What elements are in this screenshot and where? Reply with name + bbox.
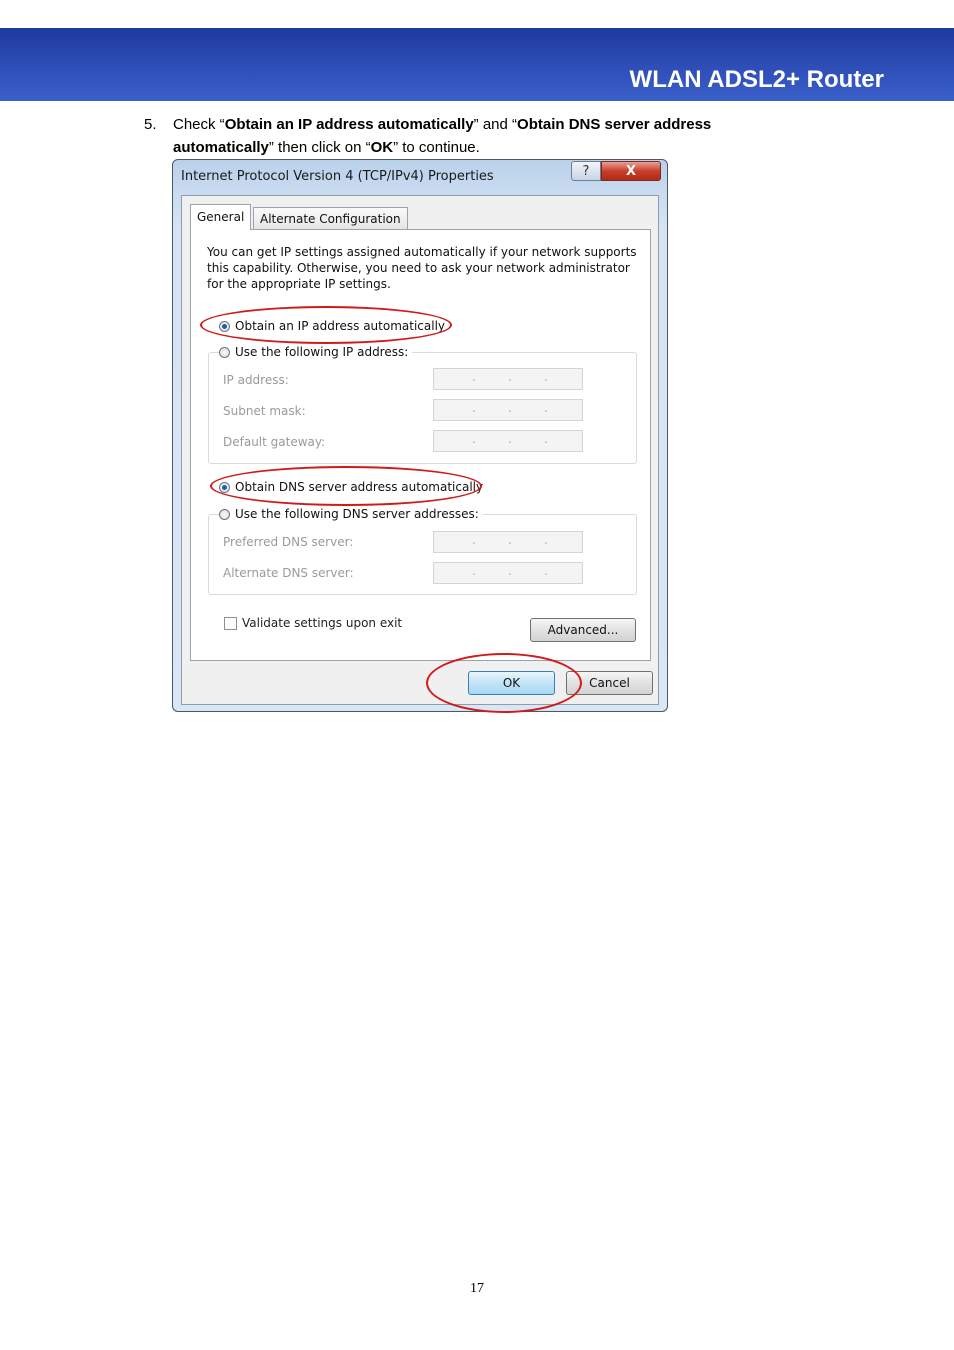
dialog-title: Internet Protocol Version 4 (TCP/IPv4) P… <box>181 169 494 184</box>
radio-selected-icon <box>219 481 230 493</box>
header-title: WLAN ADSL2+ Router <box>629 66 884 93</box>
step-text: Check “Obtain an IP address automaticall… <box>173 116 712 156</box>
default-gateway-label: Default gateway: <box>223 435 326 449</box>
page-number: 17 <box>470 1281 484 1296</box>
radio-unselected-icon <box>219 508 230 520</box>
radio-use-static-ip[interactable]: Use the following IP address: <box>219 345 413 359</box>
radio-use-static-dns[interactable]: Use the following DNS server addresses: <box>219 507 483 521</box>
alternate-dns-label: Alternate DNS server: <box>223 566 354 580</box>
tab-general[interactable]: General <box>190 204 252 230</box>
ip-address-label: IP address: <box>223 373 289 387</box>
validate-settings-checkbox-row[interactable]: Validate settings upon exit <box>224 616 402 630</box>
radio-label: Obtain an IP address automatically <box>235 319 446 333</box>
subnet-mask-label: Subnet mask: <box>223 404 306 418</box>
default-gateway-input[interactable]: ... <box>433 430 583 452</box>
tab-alternate-configuration[interactable]: Alternate Configuration <box>253 207 408 229</box>
ip-address-input[interactable]: ... <box>433 368 583 390</box>
preferred-dns-input[interactable]: ... <box>433 531 583 553</box>
description-text: You can get IP settings assigned automat… <box>207 245 637 291</box>
tcpip-properties-dialog: Internet Protocol Version 4 (TCP/IPv4) P… <box>172 159 668 712</box>
radio-label: Use the following IP address: <box>235 345 409 359</box>
radio-selected-icon <box>219 320 230 332</box>
ok-button[interactable]: OK <box>468 671 555 695</box>
alternate-dns-input[interactable]: ... <box>433 562 583 584</box>
validate-settings-checkbox[interactable] <box>224 616 237 630</box>
subnet-mask-input[interactable]: ... <box>433 399 583 421</box>
radio-obtain-ip-auto[interactable]: Obtain an IP address automatically <box>219 319 445 333</box>
radio-unselected-icon <box>219 346 230 358</box>
preferred-dns-label: Preferred DNS server: <box>223 535 354 549</box>
step-number: 5. <box>144 116 157 133</box>
cancel-button[interactable]: Cancel <box>566 671 653 695</box>
radio-label: Obtain DNS server address automatically <box>235 480 484 494</box>
close-button[interactable]: X <box>601 161 661 181</box>
advanced-button[interactable]: Advanced... <box>530 618 636 642</box>
header-band: WLAN ADSL2+ Router <box>0 28 954 101</box>
validate-settings-label: Validate settings upon exit <box>242 616 403 630</box>
general-tab-panel: You can get IP settings assigned automat… <box>190 229 651 661</box>
help-button[interactable]: ? <box>571 161 601 181</box>
radio-label: Use the following DNS server addresses: <box>235 507 479 521</box>
dialog-body: General Alternate Configuration You can … <box>181 195 659 705</box>
radio-obtain-dns-auto[interactable]: Obtain DNS server address automatically <box>219 480 483 494</box>
